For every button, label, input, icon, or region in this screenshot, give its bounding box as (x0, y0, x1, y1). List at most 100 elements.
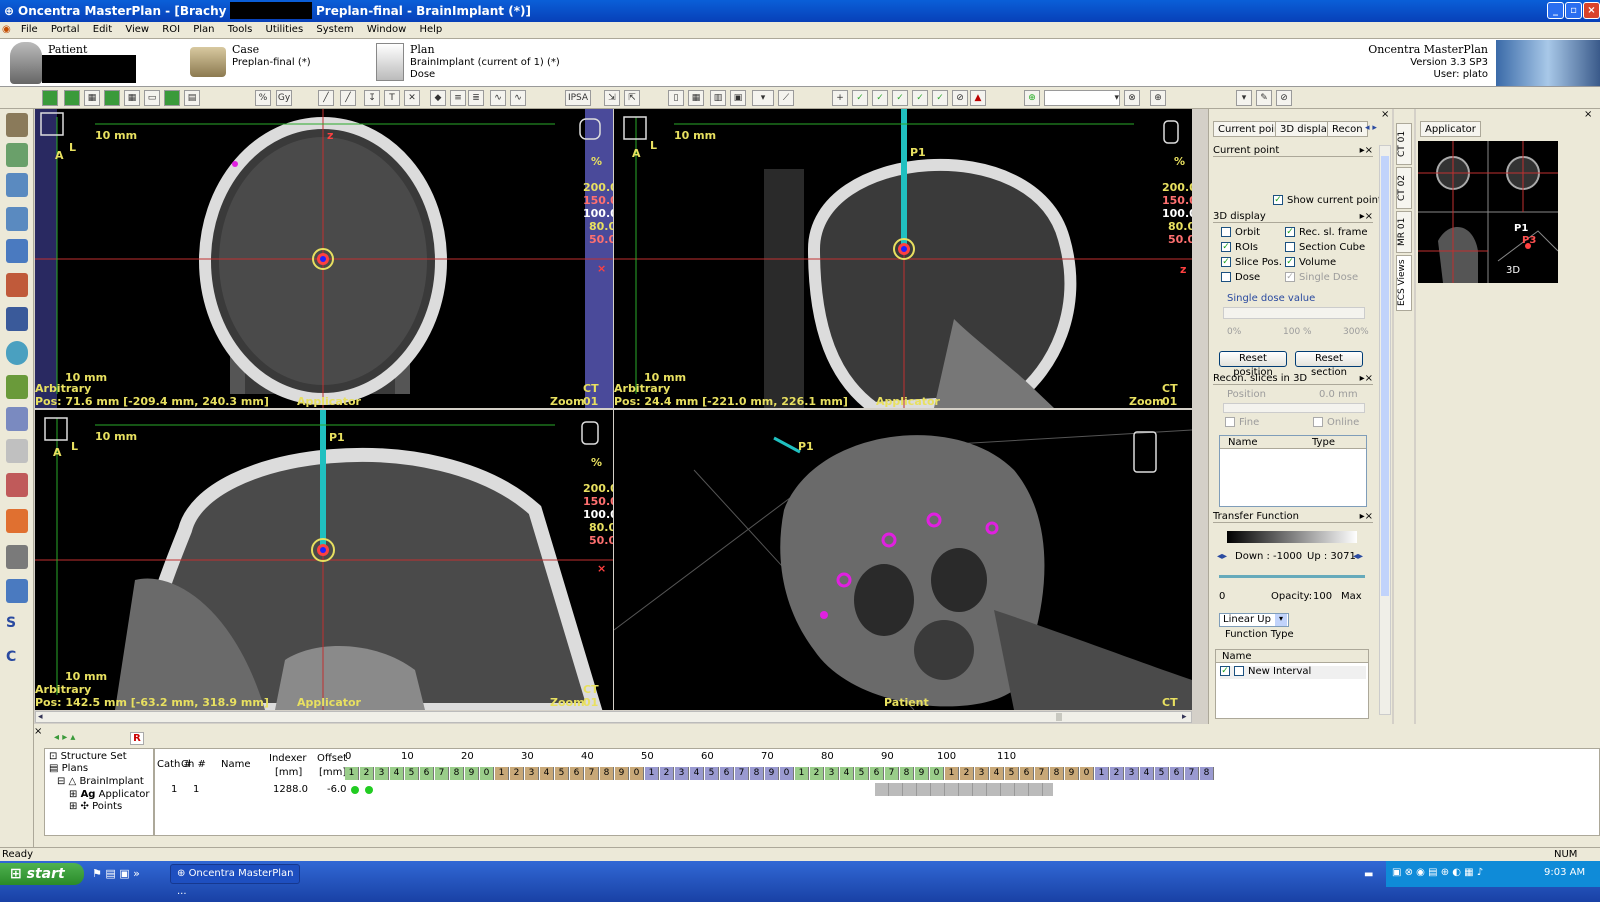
position-cell[interactable]: 3 (975, 767, 989, 780)
bottom-close-icon[interactable]: × (34, 726, 42, 737)
viewport-3d[interactable]: P1 Patient CT 01 (614, 410, 1192, 710)
tool-patient-icon[interactable] (6, 113, 28, 137)
side-tab-mr01[interactable]: MR 01 (1396, 211, 1412, 253)
reset-position-button[interactable]: Reset position (1219, 351, 1287, 378)
viewport-scrollbar[interactable]: ◂ ▸ (35, 711, 1192, 723)
position-cell[interactable]: 6 (870, 767, 884, 780)
stop-icon[interactable]: ⊘ (952, 90, 968, 106)
position-cell[interactable]: 5 (855, 767, 869, 780)
scroll-thumb[interactable] (1056, 713, 1062, 721)
section-collapse-icon[interactable]: ▸× (1360, 145, 1373, 156)
position-cell[interactable]: 1 (795, 767, 809, 780)
menu-roi[interactable]: ROI (157, 22, 185, 35)
position-cell[interactable]: 6 (420, 767, 434, 780)
cross-icon[interactable]: ✕ (404, 90, 420, 106)
tool-alert-icon[interactable] (6, 509, 28, 533)
viewport-coronal[interactable]: A L 10 mm 10 mm P1 % 200.0 150.0 100.0 8… (35, 410, 613, 710)
tree-brainimplant[interactable]: ⊟ △ BrainImplant (57, 776, 144, 787)
settings-icon[interactable]: ⊕ (1150, 90, 1166, 106)
position-cell[interactable]: 3 (525, 767, 539, 780)
position-cell[interactable]: 3 (825, 767, 839, 780)
scroll-right-icon[interactable]: ▸ (1182, 712, 1187, 722)
side-tab-ct02[interactable]: CT 02 (1396, 167, 1412, 209)
maximize-button[interactable]: ▫ (1565, 2, 1582, 19)
position-cell[interactable]: 5 (1005, 767, 1019, 780)
position-cell[interactable]: 0 (480, 767, 494, 780)
point-icon[interactable]: ◆ (430, 90, 446, 106)
position-cell[interactable]: 4 (540, 767, 554, 780)
chart-icon[interactable]: ▥ (710, 90, 726, 106)
menu-edit[interactable]: Edit (88, 22, 117, 35)
grid-icon[interactable]: ▦ (124, 90, 140, 106)
layout-2-icon[interactable] (64, 90, 80, 106)
position-cell[interactable]: 1 (945, 767, 959, 780)
position-cell[interactable]: 7 (585, 767, 599, 780)
single-dose-checkbox[interactable]: ✓ Single Dose (1285, 272, 1358, 283)
marker-icon[interactable]: ↧ (364, 90, 380, 106)
quicklaunch-icons[interactable]: ⚑ ▤ ▣ » (92, 867, 140, 880)
tool-optimize-icon[interactable] (6, 375, 28, 399)
check-2-icon[interactable]: ✓ (872, 90, 888, 106)
position-cell[interactable]: 5 (705, 767, 719, 780)
nav-arrows-icon[interactable]: ◂ ▸ ▴ (54, 732, 75, 743)
position-cell[interactable]: 2 (510, 767, 524, 780)
position-cell[interactable]: 9 (615, 767, 629, 780)
opacity-slider[interactable] (1219, 575, 1365, 578)
position-cell[interactable]: 2 (360, 767, 374, 780)
check-4-icon[interactable]: ✓ (912, 90, 928, 106)
position-cell[interactable]: 6 (1170, 767, 1184, 780)
position-cell[interactable]: 6 (570, 767, 584, 780)
fine-checkbox[interactable]: Fine (1225, 417, 1259, 428)
menu-utilities[interactable]: Utilities (261, 22, 309, 35)
active-dwell-icon[interactable] (351, 786, 359, 794)
close-button[interactable]: × (1583, 2, 1600, 19)
dose-checkbox[interactable]: Dose (1221, 272, 1260, 283)
tab-scroll-icon[interactable]: ◂ ▸ (1365, 123, 1377, 133)
ruler-icon[interactable]: ≡ (450, 90, 466, 106)
position-cell[interactable]: 9 (765, 767, 779, 780)
layout-icon[interactable] (42, 90, 58, 106)
position-cell[interactable]: 6 (720, 767, 734, 780)
r-button[interactable]: R (130, 732, 144, 745)
window-icon[interactable]: ▣ (730, 90, 746, 106)
tool-c-icon[interactable]: C (6, 649, 28, 673)
position-cell[interactable]: 8 (750, 767, 764, 780)
position-cell[interactable]: 4 (390, 767, 404, 780)
catheter-table[interactable]: Cath # Ch # Name Indexer [mm] Offset [mm… (154, 748, 1600, 836)
tool-report-icon[interactable] (6, 473, 28, 497)
viewport-sagittal[interactable]: A L 10 mm 10 mm P1 % 200.0 150.0 100.0 8… (614, 109, 1192, 408)
position-cell[interactable]: 8 (1050, 767, 1064, 780)
position-cell[interactable]: 7 (735, 767, 749, 780)
layout-3-icon[interactable]: ▦ (84, 90, 100, 106)
curve-2-icon[interactable]: ∿ (510, 90, 526, 106)
position-cell[interactable]: 4 (690, 767, 704, 780)
slice-pos-checkbox[interactable]: ✓ Slice Pos. (1221, 257, 1282, 268)
position-cell[interactable]: 3 (1125, 767, 1139, 780)
position-cell[interactable]: 9 (465, 767, 479, 780)
position-cell[interactable]: 7 (1185, 767, 1199, 780)
view-icon[interactable]: ▭ (144, 90, 160, 106)
tool-organ-icon[interactable] (6, 273, 28, 297)
scroll-thumb[interactable] (1381, 156, 1389, 596)
tool-sc-icon[interactable]: S (6, 615, 28, 639)
panel-close-icon[interactable]: × (1381, 109, 1389, 120)
menu-window[interactable]: Window (362, 22, 411, 35)
position-cell[interactable]: 3 (675, 767, 689, 780)
up-adjust-icon[interactable]: ◂▸ (1353, 551, 1363, 562)
position-cell[interactable]: 0 (630, 767, 644, 780)
position-cell[interactable]: 8 (1200, 767, 1214, 780)
warning-icon[interactable]: ▲ (970, 90, 986, 106)
lines-icon[interactable]: ≣ (468, 90, 484, 106)
position-cell[interactable]: 5 (405, 767, 419, 780)
position-cell[interactable]: 0 (780, 767, 794, 780)
volume-checkbox[interactable]: ✓ Volume (1285, 257, 1336, 268)
ruler-2-icon[interactable]: ⟋ (778, 90, 794, 106)
pen-icon[interactable]: ╱ (318, 90, 334, 106)
position-cell[interactable]: 7 (885, 767, 899, 780)
function-type-select[interactable]: Linear Up ▾ (1219, 613, 1289, 627)
clear-2-icon[interactable]: ⊘ (1276, 90, 1292, 106)
reset-section-button[interactable]: Reset section (1295, 351, 1363, 378)
dropdown-2-icon[interactable]: ▾ (1236, 90, 1252, 106)
show-current-point-checkbox[interactable]: ✓ Show current point (1273, 195, 1382, 206)
section-collapse-icon[interactable]: ▸× (1360, 373, 1373, 384)
